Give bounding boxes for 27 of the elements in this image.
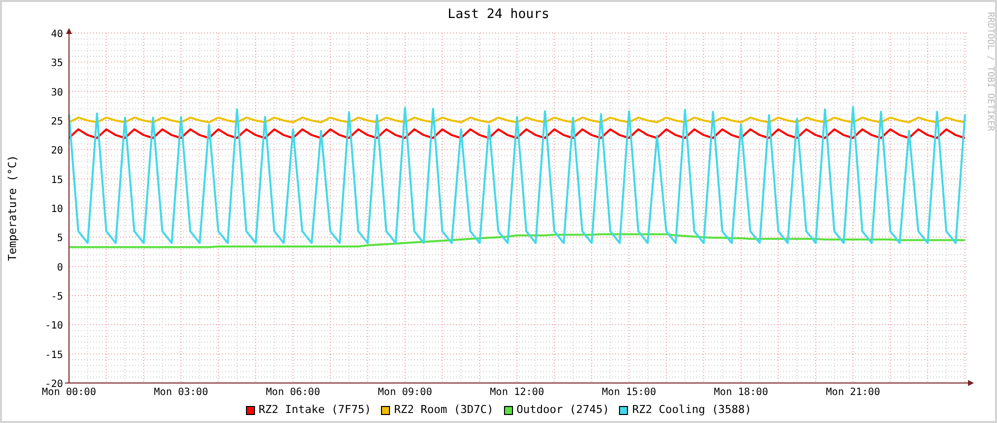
legend-label: RZ2 Cooling (3588) xyxy=(632,402,752,418)
legend-label: Outdoor (2745) xyxy=(516,402,610,418)
x-tick-label: Mon 18:00 xyxy=(714,387,768,398)
credit-text: RRDTOOL / TOBI OETIKER xyxy=(984,12,996,132)
legend-label: RZ2 Intake (7F75) xyxy=(258,402,372,418)
y-tick-label: -10 xyxy=(44,320,63,332)
y-tick-label: 0 xyxy=(56,262,63,274)
x-tick-label: Mon 03:00 xyxy=(154,387,208,398)
y-tick-label: 40 xyxy=(50,29,63,40)
chart-title: Last 24 hours xyxy=(448,6,550,24)
x-tick-label: Mon 21:00 xyxy=(826,387,880,398)
y-tick-label: 10 xyxy=(50,204,63,215)
x-tick-label: Mon 09:00 xyxy=(378,387,432,398)
x-tick-label: Mon 00:00 xyxy=(42,387,96,398)
y-tick-label: -5 xyxy=(50,292,63,302)
y-tick-label: 30 xyxy=(50,87,63,98)
y-tick-label: 35 xyxy=(50,58,63,70)
y-tick-label: 20 xyxy=(50,146,63,157)
y-tick-label: -15 xyxy=(44,350,63,361)
y-tick-label: 15 xyxy=(50,174,63,186)
x-tick-label: Mon 12:00 xyxy=(490,387,544,398)
x-tick-label: Mon 06:00 xyxy=(266,387,320,398)
legend-label: RZ2 Room (3D7C) xyxy=(394,402,494,418)
x-tick-label: Mon 15:00 xyxy=(602,387,656,398)
y-tick-label: 5 xyxy=(56,233,63,244)
y-axis-title: Temperature (°C) xyxy=(6,155,19,261)
y-tick-label: 25 xyxy=(50,116,63,128)
